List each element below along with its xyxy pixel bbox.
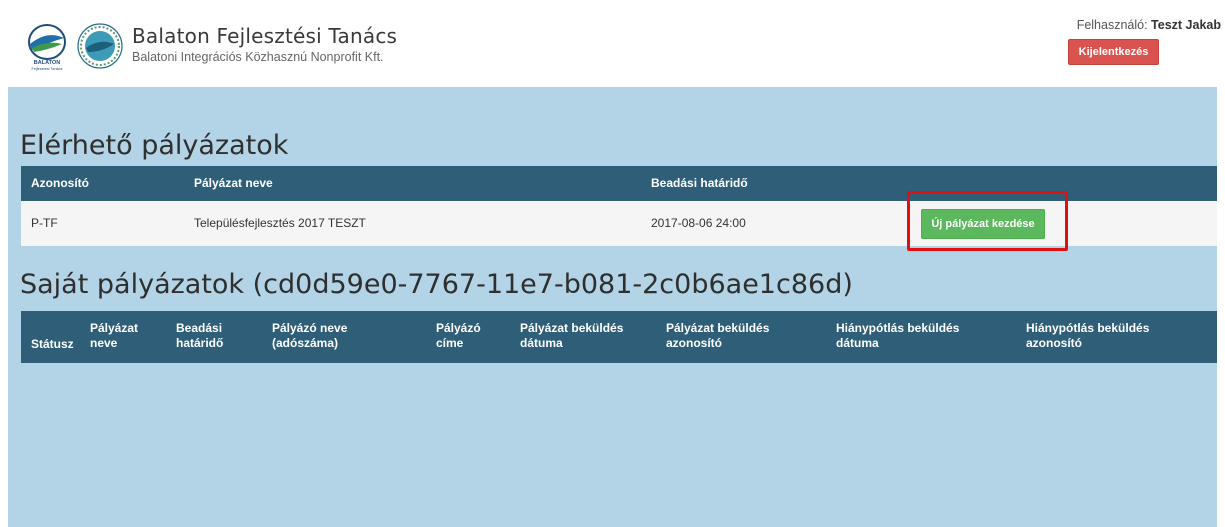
tender-id: P-TF xyxy=(31,216,58,230)
column-header-tender-name: Pályázat neve xyxy=(90,321,139,350)
column-header-deadline: Beadási határidő xyxy=(651,176,748,190)
column-header-name: Pályázat neve xyxy=(194,176,273,190)
column-header-deadline: Beadási határidő xyxy=(176,321,224,350)
available-tenders-title: Elérhető pályázatok xyxy=(20,130,289,161)
own-tenders-title: Saját pályázatok (cd0d59e0-7767-11e7-b08… xyxy=(20,269,853,300)
balaton-logo-icon: BALATON Fejlesztési Tanács xyxy=(28,24,66,71)
tender-name: Településfejlesztés 2017 TESZT xyxy=(194,216,366,230)
column-header-applicant-name: Pályázó neve (adószáma) xyxy=(272,321,348,350)
column-header-status: Státusz xyxy=(31,337,74,351)
svg-text:Fejlesztési Tanács: Fejlesztési Tanács xyxy=(32,67,63,71)
svg-text:BALATON: BALATON xyxy=(34,60,60,66)
user-label: Felhasználó: xyxy=(1076,18,1148,32)
column-header-applicant-address: Pályázó címe xyxy=(436,321,481,350)
column-header-submission-id: Pályázat beküldés azonosító xyxy=(666,321,770,350)
user-name: Teszt Jakab xyxy=(1151,18,1221,32)
app-header: BALATON Fejlesztési Tanács Balaton Fejle… xyxy=(0,0,1225,87)
available-table-header: Azonosító Pályázat neve Beadási határidő xyxy=(21,166,1217,201)
tender-deadline: 2017-08-06 24:00 xyxy=(651,216,746,230)
start-new-application-button[interactable]: Új pályázat kezdése xyxy=(921,209,1045,239)
table-row: P-TF Településfejlesztés 2017 TESZT 2017… xyxy=(21,201,1217,246)
column-header-id: Azonosító xyxy=(31,176,89,190)
org-subtitle: Balatoni Integrációs Közhasznú Nonprofit… xyxy=(132,50,384,64)
integration-seal-icon xyxy=(77,23,123,69)
column-header-submission-date: Pályázat beküldés dátuma xyxy=(520,321,624,350)
current-user: Felhasználó: Teszt Jakab xyxy=(1077,18,1221,32)
main-content: Elérhető pályázatok Azonosító Pályázat n… xyxy=(8,87,1217,527)
column-header-supplement-id: Hiánypótlás beküldés azonosító xyxy=(1026,321,1150,350)
logout-button[interactable]: Kijelentkezés xyxy=(1068,39,1159,65)
column-header-supplement-date: Hiánypótlás beküldés dátuma xyxy=(836,321,960,350)
own-table-header: Státusz Pályázat neve Beadási határidő P… xyxy=(21,311,1217,363)
org-title: Balaton Fejlesztési Tanács xyxy=(132,24,398,48)
